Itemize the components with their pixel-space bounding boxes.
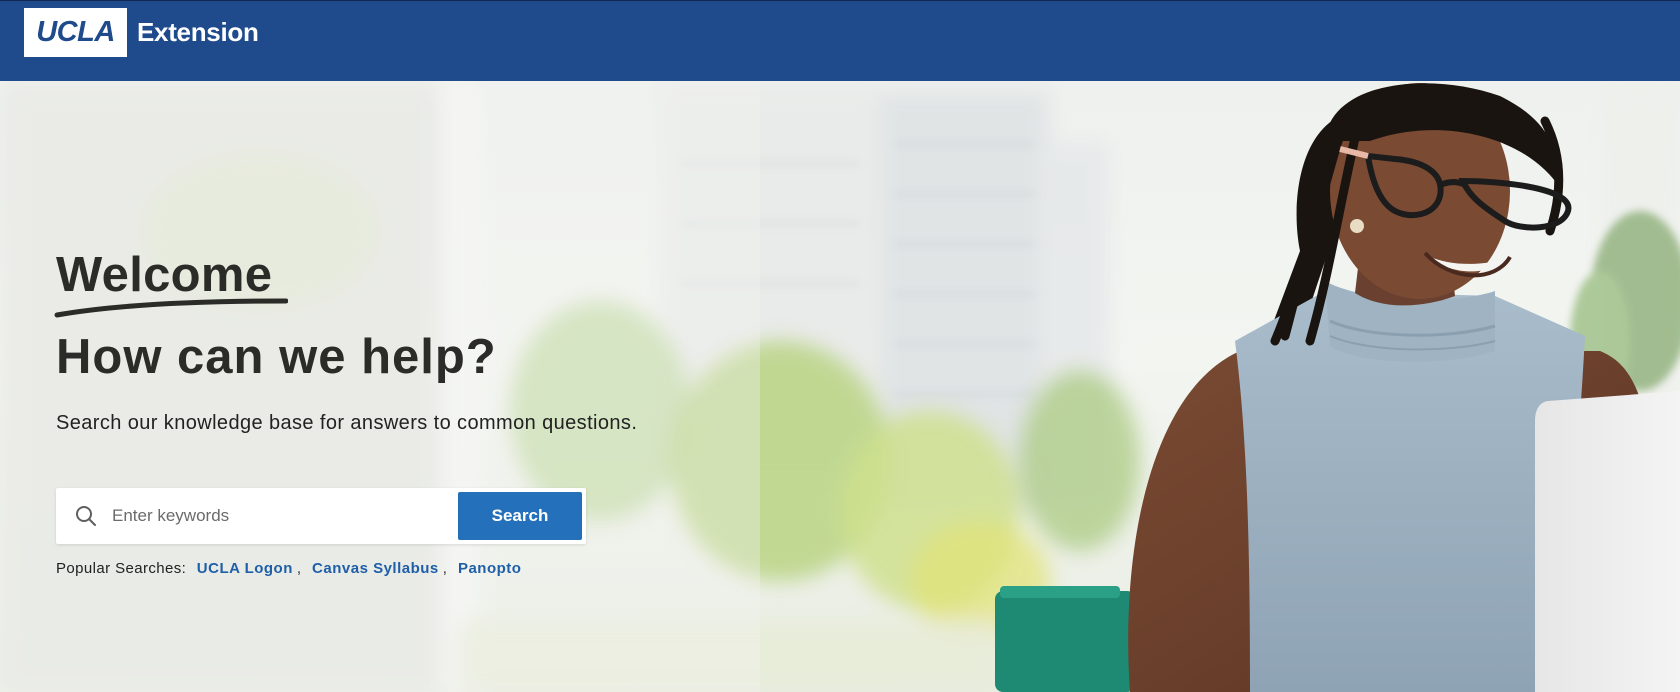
ucla-extension-logo[interactable]: UCLA Extension — [24, 8, 259, 57]
popular-separator: , — [296, 560, 302, 577]
hero-banner: Welcome How can we help? Search our know… — [0, 81, 1680, 692]
ucla-wordmark: UCLA — [24, 8, 127, 57]
hero-background-photo — [0, 81, 1680, 692]
welcome-underline-decoration — [54, 298, 288, 318]
search-icon — [76, 506, 96, 526]
search-button[interactable]: Search — [458, 492, 582, 540]
site-header: UCLA Extension — [0, 0, 1680, 81]
search-input[interactable] — [110, 498, 450, 534]
page-title: How can we help? — [56, 330, 497, 384]
knowledge-base-search: Search — [56, 488, 586, 544]
popular-separator: , — [442, 560, 448, 577]
popular-link-canvas-syllabus[interactable]: Canvas Syllabus — [312, 560, 439, 577]
hero-subtitle: Search our knowledge base for answers to… — [56, 412, 638, 434]
popular-searches-label: Popular Searches: — [56, 560, 187, 577]
popular-searches: Popular Searches: UCLA Logon, Canvas Syl… — [56, 560, 521, 577]
popular-link-panopto[interactable]: Panopto — [458, 560, 522, 577]
welcome-heading: Welcome — [56, 248, 273, 302]
extension-wordmark: Extension — [137, 17, 259, 47]
popular-link-ucla-logon[interactable]: UCLA Logon — [197, 560, 293, 577]
